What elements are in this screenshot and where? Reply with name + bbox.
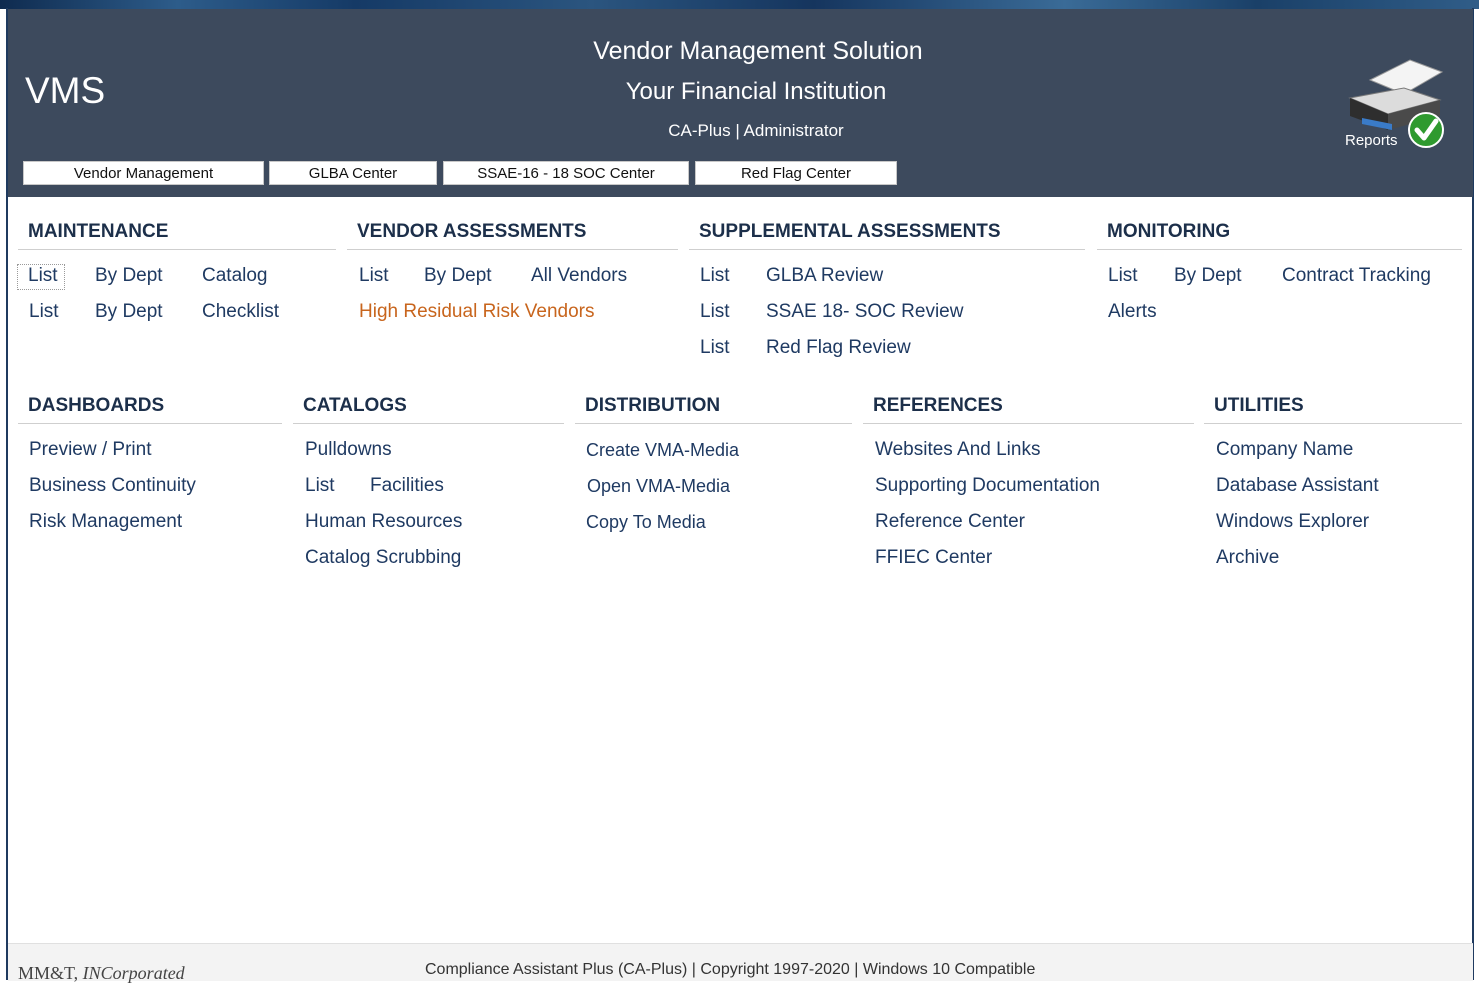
preview-print-link[interactable]: Preview / Print	[29, 439, 151, 461]
tab-red-flag-center[interactable]: Red Flag Center	[695, 161, 897, 185]
database-assistant-link[interactable]: Database Assistant	[1216, 475, 1379, 497]
business-continuity-link[interactable]: Business Continuity	[29, 475, 196, 497]
divider	[1097, 249, 1462, 250]
open-vma-media-link[interactable]: Open VMA-Media	[587, 476, 730, 497]
institution-name: Your Financial Institution	[625, 78, 887, 105]
divider	[18, 249, 336, 250]
supplemental-soc-list[interactable]: List	[700, 301, 730, 323]
section-title-catalogs: CATALOGS	[303, 395, 407, 416]
websites-and-links-link[interactable]: Websites And Links	[875, 439, 1040, 461]
divider	[18, 423, 282, 424]
reference-center-link[interactable]: Reference Center	[875, 511, 1025, 533]
archive-link[interactable]: Archive	[1216, 547, 1279, 569]
section-title-references: REFERENCES	[873, 395, 1003, 416]
alerts-link[interactable]: Alerts	[1108, 301, 1157, 323]
app-title: Vendor Management Solution	[593, 37, 923, 65]
red-flag-review-link[interactable]: Red Flag Review	[766, 337, 911, 359]
section-title-distribution: DISTRIBUTION	[585, 395, 721, 416]
create-vma-media-link[interactable]: Create VMA-Media	[586, 440, 739, 461]
divider	[347, 249, 678, 250]
catalogs-list[interactable]: List	[305, 475, 335, 497]
tab-vendor-management[interactable]: Vendor Management	[23, 161, 264, 185]
company-mark: MM&T, INCorporated	[18, 963, 185, 984]
company-name-link[interactable]: Company Name	[1216, 439, 1353, 461]
supporting-documentation-link[interactable]: Supporting Documentation	[875, 475, 1100, 497]
catalog-scrubbing-link[interactable]: Catalog Scrubbing	[305, 547, 461, 569]
pulldowns-link[interactable]: Pulldowns	[305, 439, 392, 461]
section-title-monitoring: MONITORING	[1107, 221, 1231, 242]
maintenance-by-dept-1[interactable]: By Dept	[95, 265, 163, 287]
tab-glba-center[interactable]: GLBA Center	[269, 161, 437, 185]
footer-bar: MM&T, INCorporated Compliance Assistant …	[8, 943, 1473, 984]
glba-review-link[interactable]: GLBA Review	[766, 265, 883, 287]
divider	[1204, 423, 1462, 424]
ffiec-center-link[interactable]: FFIEC Center	[875, 547, 992, 569]
maintenance-checklist[interactable]: Checklist	[202, 301, 279, 323]
section-title-dashboards: DASHBOARDS	[28, 395, 165, 416]
copy-to-media-link[interactable]: Copy To Media	[586, 512, 706, 533]
reports-label: Reports	[1345, 132, 1398, 149]
tab-soc-center[interactable]: SSAE-16 - 18 SOC Center	[443, 161, 689, 185]
divider	[689, 249, 1085, 250]
copyright-text: Compliance Assistant Plus (CA-Plus) | Co…	[425, 961, 1036, 978]
section-title-vendor-assessments: VENDOR ASSESSMENTS	[357, 221, 587, 242]
vendor-assessments-all-vendors[interactable]: All Vendors	[531, 265, 627, 287]
maintenance-by-dept-2[interactable]: By Dept	[95, 301, 163, 323]
soc-review-link[interactable]: SSAE 18- SOC Review	[766, 301, 963, 323]
section-title-supplemental-assessments: SUPPLEMENTAL ASSESSMENTS	[699, 221, 1001, 242]
human-resources-link[interactable]: Human Resources	[305, 511, 462, 533]
supplemental-red-flag-list[interactable]: List	[700, 337, 730, 359]
supplemental-glba-list[interactable]: List	[700, 265, 730, 287]
windows-explorer-link[interactable]: Windows Explorer	[1216, 511, 1369, 533]
monitoring-by-dept[interactable]: By Dept	[1174, 265, 1242, 287]
divider	[293, 423, 564, 424]
company-name-text: MM&T,	[18, 963, 83, 983]
divider	[863, 423, 1194, 424]
monitoring-list[interactable]: List	[1108, 265, 1138, 287]
header-banner: VMS Vendor Management Solution Your Fina…	[8, 9, 1473, 197]
divider	[575, 423, 852, 424]
reports-button[interactable]: Reports	[1340, 58, 1448, 152]
section-title-utilities: UTILITIES	[1214, 395, 1304, 416]
maintenance-catalog[interactable]: Catalog	[202, 265, 268, 287]
maintenance-list-2[interactable]: List	[29, 301, 59, 323]
vendor-assessments-list[interactable]: List	[359, 265, 389, 287]
vendor-assessments-by-dept[interactable]: By Dept	[424, 265, 492, 287]
high-residual-risk-vendors-link[interactable]: High Residual Risk Vendors	[359, 301, 595, 323]
company-name-italic: INCorporated	[82, 963, 185, 983]
risk-management-link[interactable]: Risk Management	[29, 511, 182, 533]
user-line: CA-Plus | Administrator	[668, 121, 844, 140]
section-title-maintenance: MAINTENANCE	[28, 221, 169, 242]
facilities-link[interactable]: Facilities	[370, 475, 444, 497]
maintenance-list-1[interactable]: List	[17, 264, 65, 290]
contract-tracking-link[interactable]: Contract Tracking	[1282, 265, 1431, 287]
